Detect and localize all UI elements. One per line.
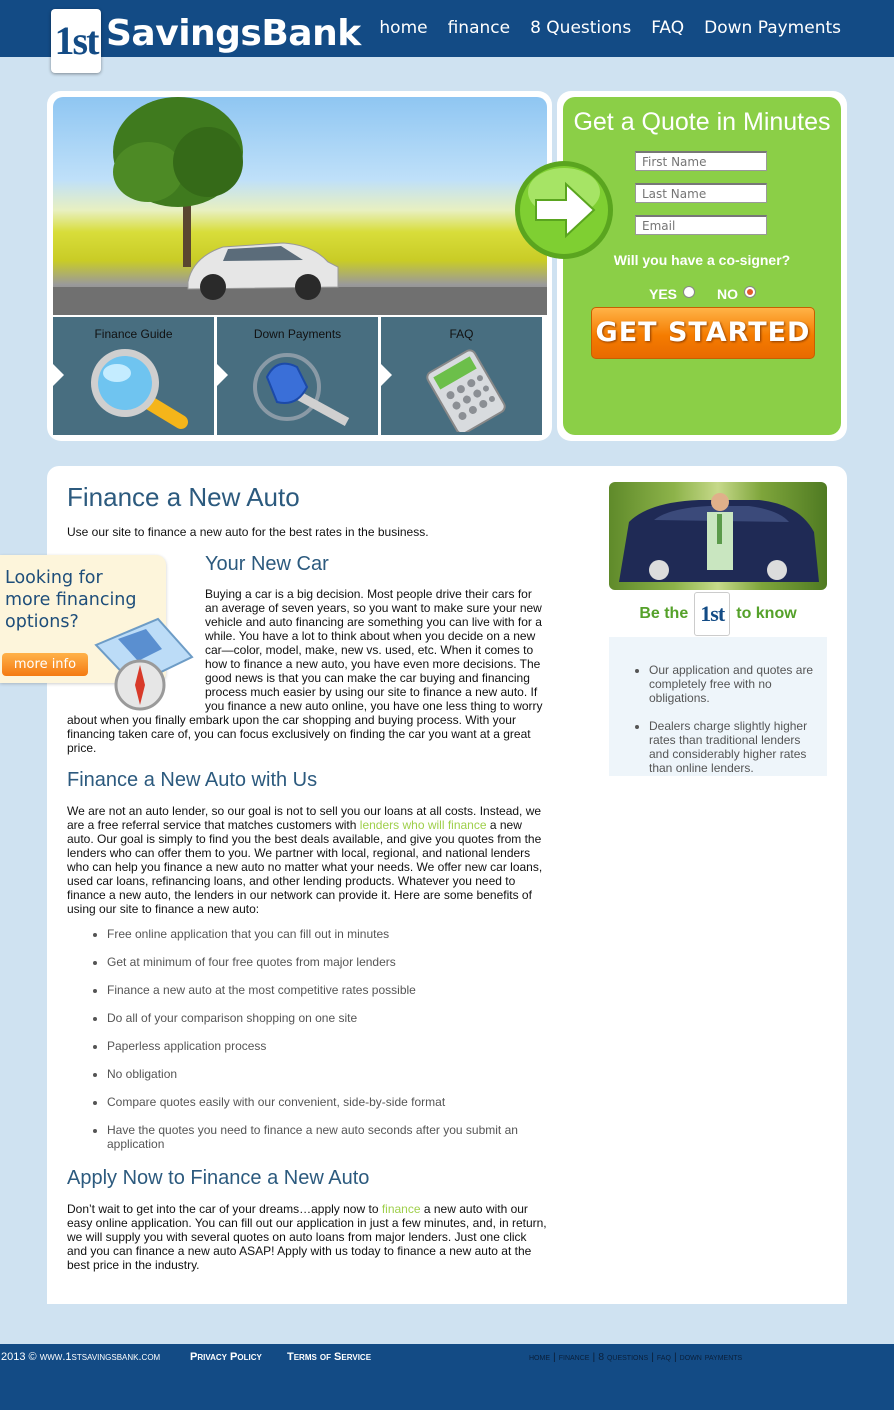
yes-radio[interactable] (683, 286, 696, 298)
to-know-text: to know (736, 605, 797, 622)
section-apply-title: Apply Now to Finance a New Auto (67, 1167, 370, 1189)
mini-logo-mark: 1st (694, 592, 731, 636)
map-compass-icon (94, 617, 194, 711)
nav-home[interactable]: home (379, 18, 427, 38)
intro-text: Use our site to finance a new auto for t… (67, 525, 429, 539)
brand-name[interactable]: SavingsBank (106, 12, 361, 56)
hero-car-photo (53, 97, 547, 315)
tile-label: Down Payments (253, 327, 342, 341)
footer-nav-down-payments[interactable]: down payments (680, 1351, 743, 1363)
no-radio[interactable] (744, 286, 757, 298)
site-header: 1st SavingsBank home finance 8 Questions… (0, 0, 894, 73)
footer-nav-separator: | (553, 1351, 556, 1363)
promo-line: Looking for (5, 568, 103, 588)
sidebar-photo (609, 482, 827, 590)
list-item: Our application and quotes are completel… (649, 663, 817, 705)
main-nav: home finance 8 Questions FAQ Down Paymen… (379, 18, 841, 38)
footer-nav-separator: | (673, 1351, 677, 1363)
tile-down-payments[interactable]: Down Payments (217, 317, 378, 435)
benefits-list: Free online application that you can fil… (67, 927, 547, 1165)
list-item: Free online application that you can fil… (107, 927, 547, 941)
footer-nav-separator: | (651, 1351, 654, 1363)
get-started-button[interactable]: GET STARTED (591, 307, 815, 359)
calculator-icon (426, 349, 506, 432)
section-with-us-text-b: a new auto. Our goal is simply to find y… (67, 818, 543, 916)
finance-link[interactable]: finance (382, 1202, 421, 1216)
list-item: Do all of your comparison shopping on on… (107, 1011, 547, 1025)
list-item: Finance a new auto at the most competiti… (107, 983, 547, 997)
magnifier-icon (91, 349, 188, 429)
section-apply-text-a: Don’t wait to get into the car of your d… (67, 1202, 382, 1216)
cosigner-radio-group: YES NO (649, 286, 757, 302)
tile-arrow-icon (217, 364, 228, 386)
tile-arrow-icon (381, 364, 392, 386)
quote-title: Get a Quote in Minutes (573, 108, 831, 136)
section-your-new-car-title: Your New Car (205, 553, 329, 575)
terms-of-service-link[interactable]: Terms of Service (287, 1351, 371, 1363)
financing-options-promo[interactable]: Looking for more financing options? more… (0, 555, 196, 713)
sidebar-list: Our application and quotes are completel… (609, 637, 827, 775)
key-icon (253, 353, 350, 426)
footer-nav-finance[interactable]: finance (559, 1351, 590, 1363)
email-input[interactable] (635, 215, 767, 235)
quote-panel: Get a Quote in Minutes Will you have a c… (557, 91, 847, 441)
logo-mark[interactable]: 1st (51, 9, 101, 73)
tile-arrow-icon (53, 364, 64, 386)
more-info-button[interactable]: more info (2, 653, 88, 676)
list-item: Get at minimum of four free quotes from … (107, 955, 547, 969)
car-field-illustration (53, 97, 547, 315)
tile-label: Finance Guide (94, 327, 173, 341)
privacy-policy-link[interactable]: Privacy Policy (190, 1351, 262, 1363)
man-with-car-illustration (619, 493, 819, 582)
be-first-to-know: Be the 1st to know (609, 592, 827, 636)
nav-8-questions[interactable]: 8 Questions (530, 18, 631, 38)
no-label: NO (717, 286, 739, 302)
section-with-us-title: Finance a New Auto with Us (67, 769, 318, 791)
sidebar-points: Our application and quotes are completel… (609, 637, 827, 776)
list-item: Dealers charge slightly higher rates tha… (649, 719, 817, 775)
list-item: Have the quotes you need to finance a ne… (107, 1123, 547, 1151)
list-item: Paperless application process (107, 1039, 547, 1053)
tile-label: FAQ (449, 327, 474, 341)
be-the-text: Be the (639, 605, 689, 622)
copyright-text: 2013 © www.1stsavingsbank.com (1, 1351, 161, 1363)
first-name-input[interactable] (635, 151, 767, 171)
yes-label: YES (649, 286, 678, 302)
hero-tiles: Finance Guide Down Payments FAQ (53, 317, 542, 435)
nav-faq[interactable]: FAQ (651, 18, 684, 38)
logo-text: 1st (54, 18, 100, 63)
site-footer: 2013 © www.1stsavingsbank.com Privacy Po… (0, 1344, 894, 1410)
list-item: Compare quotes easily with our convenien… (107, 1095, 547, 1109)
tile-finance-guide[interactable]: Finance Guide (53, 317, 214, 435)
list-item: No obligation (107, 1067, 547, 1081)
lenders-link[interactable]: lenders who will finance (360, 818, 487, 832)
footer-nav-8-questions[interactable]: 8 questions (598, 1351, 648, 1363)
promo-line: more financing (5, 590, 137, 610)
page-title: Finance a New Auto (67, 482, 300, 512)
footer-nav-separator: | (592, 1351, 596, 1363)
section-apply-body: Don’t wait to get into the car of your d… (67, 1202, 547, 1272)
footer-nav-home[interactable]: home (529, 1351, 550, 1363)
footer-nav-faq[interactable]: faq (657, 1351, 671, 1363)
footer-nav: home | finance | 8 questions | faq | down paymen… (529, 1351, 742, 1363)
arrow-right-icon[interactable] (514, 160, 614, 260)
nav-down-payments[interactable]: Down Payments (704, 18, 841, 38)
quote-form: Get a Quote in Minutes Will you have a c… (563, 97, 841, 435)
last-name-input[interactable] (635, 183, 767, 203)
hero-panel: Finance Guide Down Payments FAQ (47, 91, 552, 441)
tile-faq[interactable]: FAQ (381, 317, 542, 435)
nav-finance[interactable]: finance (448, 18, 510, 38)
section-with-us-body: We are not an auto lender, so our goal i… (67, 804, 547, 916)
